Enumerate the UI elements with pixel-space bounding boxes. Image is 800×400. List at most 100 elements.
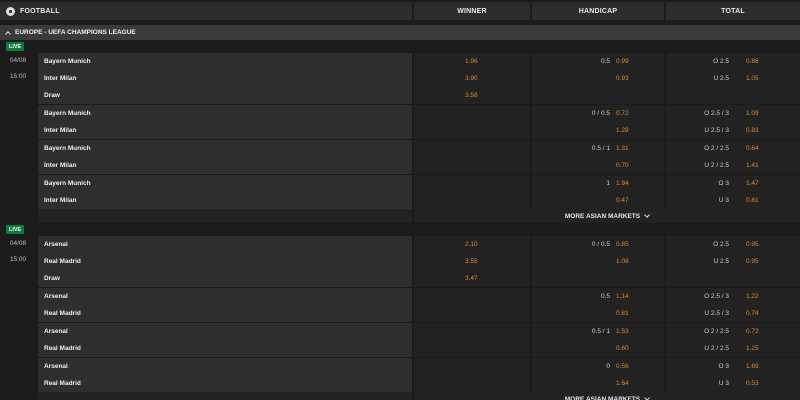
handicap-cell[interactable]: 0.5 0.99 [532, 53, 664, 70]
handicap-odd[interactable]: 1.64 [616, 375, 629, 392]
total-odd[interactable]: 1.25 [746, 340, 759, 357]
handicap-cell[interactable]: 1.08 [532, 253, 664, 270]
total-cell[interactable]: O 2 / 2.5 0.72 [666, 323, 800, 340]
handicap-cell[interactable]: 0 0.56 [532, 358, 664, 375]
handicap-cell[interactable] [532, 87, 664, 104]
total-odd[interactable]: 0.53 [746, 375, 759, 392]
total-cell[interactable]: U 2.5 / 3 0.83 [666, 122, 800, 139]
handicap-odd[interactable]: 0.70 [616, 157, 629, 174]
total-odd[interactable]: 0.61 [746, 192, 759, 209]
total-cell[interactable]: U 3 0.61 [666, 192, 800, 209]
total-odd[interactable]: 1.69 [746, 358, 759, 375]
handicap-odd[interactable]: 0.56 [616, 358, 629, 375]
handicap-cell[interactable] [532, 270, 664, 287]
handicap-cell[interactable]: 0.60 [532, 340, 664, 357]
sport-header[interactable]: FOOTBALL [0, 2, 412, 20]
handicap-odd[interactable]: 1.14 [616, 288, 629, 305]
total-cell[interactable]: O 3 1.47 [666, 175, 800, 192]
winner-cell[interactable] [414, 105, 530, 122]
winner-cell[interactable] [414, 157, 530, 174]
handicap-cell[interactable]: 1.64 [532, 375, 664, 392]
handicap-cell[interactable]: 0.5 1.14 [532, 288, 664, 305]
handicap-cell[interactable]: 0.70 [532, 157, 664, 174]
handicap-odd[interactable]: 1.28 [616, 122, 629, 139]
winner-cell[interactable] [414, 305, 530, 322]
total-odd[interactable]: 0.72 [746, 323, 759, 340]
handicap-odd[interactable]: 1.53 [616, 323, 629, 340]
handicap-odd[interactable]: 0.72 [616, 105, 629, 122]
handicap-odd[interactable]: 0.93 [616, 70, 629, 87]
winner-odd[interactable]: 3.90 [465, 70, 478, 87]
handicap-odd[interactable]: 0.47 [616, 192, 629, 209]
total-cell[interactable] [666, 87, 800, 104]
total-cell[interactable]: U 2.5 / 3 0.74 [666, 305, 800, 322]
total-line: O 3 [718, 363, 729, 370]
total-cell[interactable]: O 2.5 0.86 [666, 53, 800, 70]
total-cell[interactable]: O 3 1.69 [666, 358, 800, 375]
more-asian-markets-button[interactable]: MORE ASIAN MARKETS [414, 209, 800, 223]
total-cell[interactable]: U 2.5 1.05 [666, 70, 800, 87]
winner-cell[interactable]: 3.90 [414, 70, 530, 87]
total-cell[interactable]: U 2.5 0.95 [666, 253, 800, 270]
total-odd[interactable]: 0.64 [746, 140, 759, 157]
winner-cell[interactable] [414, 122, 530, 139]
total-odd[interactable]: 0.86 [746, 53, 759, 70]
handicap-cell[interactable]: 0 / 0.5 0.72 [532, 105, 664, 122]
handicap-odd[interactable]: 0.81 [616, 305, 629, 322]
winner-odd[interactable]: 3.58 [465, 87, 478, 104]
total-cell[interactable]: O 2.5 / 3 1.22 [666, 288, 800, 305]
handicap-cell[interactable]: 0 / 0.5 0.85 [532, 236, 664, 253]
handicap-cell[interactable]: 0.5 / 1 1.53 [532, 323, 664, 340]
handicap-cell[interactable]: 0.5 / 1 1.31 [532, 140, 664, 157]
total-cell[interactable]: O 2.5 0.95 [666, 236, 800, 253]
handicap-odd[interactable]: 0.60 [616, 340, 629, 357]
more-asian-markets-button[interactable]: MORE ASIAN MARKETS [414, 392, 800, 400]
handicap-odd[interactable]: 0.99 [616, 53, 629, 70]
total-cell[interactable]: U 2 / 2.5 1.41 [666, 157, 800, 174]
total-cell[interactable]: U 3 0.53 [666, 375, 800, 392]
handicap-odd[interactable]: 0.85 [616, 236, 629, 253]
winner-cell[interactable]: 2.10 [414, 236, 530, 253]
winner-cell[interactable] [414, 323, 530, 340]
market-row: Bayern Munich 1.96 0.5 0.99 O 2.5 0.86 [38, 53, 800, 70]
total-odd[interactable]: 1.05 [746, 70, 759, 87]
winner-cell[interactable] [414, 192, 530, 209]
total-odd[interactable]: 0.74 [746, 305, 759, 322]
winner-cell[interactable] [414, 175, 530, 192]
total-odd[interactable]: 1.41 [746, 157, 759, 174]
total-cell[interactable]: O 2.5 / 3 1.09 [666, 105, 800, 122]
winner-odd[interactable]: 3.47 [465, 270, 478, 287]
winner-odd[interactable]: 1.96 [465, 53, 478, 70]
total-odd[interactable]: 0.95 [746, 253, 759, 270]
winner-cell[interactable] [414, 358, 530, 375]
winner-cell[interactable] [414, 375, 530, 392]
handicap-cell[interactable]: 0.81 [532, 305, 664, 322]
total-odd[interactable]: 1.09 [746, 105, 759, 122]
column-header-total: TOTAL [666, 2, 800, 20]
winner-cell[interactable]: 3.58 [414, 87, 530, 104]
market-row: Inter Milan 0.70 U 2 / 2.5 1.41 [38, 157, 800, 174]
total-odd[interactable]: 0.95 [746, 236, 759, 253]
winner-odd[interactable]: 3.55 [465, 253, 478, 270]
winner-cell[interactable] [414, 140, 530, 157]
total-odd[interactable]: 0.83 [746, 122, 759, 139]
total-cell[interactable] [666, 270, 800, 287]
winner-cell[interactable]: 1.96 [414, 53, 530, 70]
handicap-odd[interactable]: 1.94 [616, 175, 629, 192]
handicap-odd[interactable]: 1.08 [616, 253, 629, 270]
winner-cell[interactable]: 3.47 [414, 270, 530, 287]
total-odd[interactable]: 1.47 [746, 175, 759, 192]
winner-cell[interactable]: 3.55 [414, 253, 530, 270]
handicap-odd[interactable]: 1.31 [616, 140, 629, 157]
total-odd[interactable]: 1.22 [746, 288, 759, 305]
winner-odd[interactable]: 2.10 [465, 236, 478, 253]
handicap-cell[interactable]: 1 1.94 [532, 175, 664, 192]
winner-cell[interactable] [414, 340, 530, 357]
total-cell[interactable]: U 2 / 2.5 1.25 [666, 340, 800, 357]
handicap-cell[interactable]: 0.93 [532, 70, 664, 87]
winner-cell[interactable] [414, 288, 530, 305]
league-header[interactable]: EUROPE - UEFA CHAMPIONS LEAGUE [0, 25, 800, 40]
handicap-cell[interactable]: 0.47 [532, 192, 664, 209]
handicap-cell[interactable]: 1.28 [532, 122, 664, 139]
total-cell[interactable]: O 2 / 2.5 0.64 [666, 140, 800, 157]
